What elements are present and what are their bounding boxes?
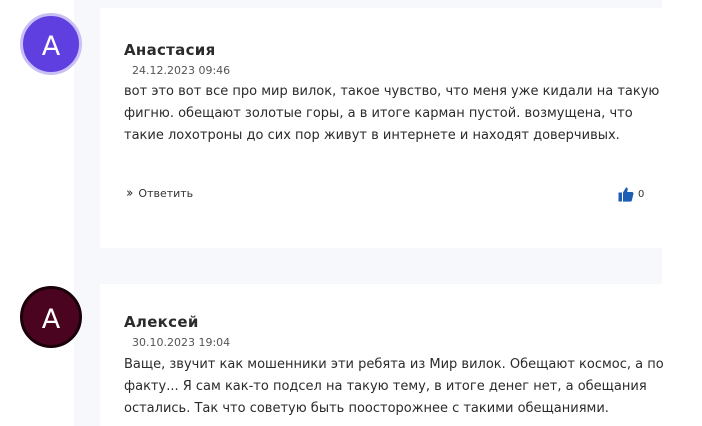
comment-date: 24.12.2023 09:46 (132, 64, 231, 77)
comment-author: Анастасия (124, 41, 216, 59)
like-button[interactable]: 0 (618, 186, 644, 202)
comment-text: Ваще, звучит как мошенники эти ребята из… (124, 357, 664, 416)
thumbs-up-icon (618, 187, 634, 202)
comment-text: вот это вот все про мир вилок, такое чув… (124, 84, 660, 143)
like-count: 0 (638, 188, 645, 200)
comment-author: Алексей (124, 313, 199, 331)
double-chevron-right-icon: ›› (126, 186, 134, 201)
reply-label: Ответить (138, 187, 194, 200)
avatar: A (20, 13, 82, 75)
reply-button[interactable]: ›› Ответить (126, 186, 193, 201)
comment-date: 30.10.2023 19:04 (132, 336, 231, 349)
avatar: A (20, 286, 82, 348)
